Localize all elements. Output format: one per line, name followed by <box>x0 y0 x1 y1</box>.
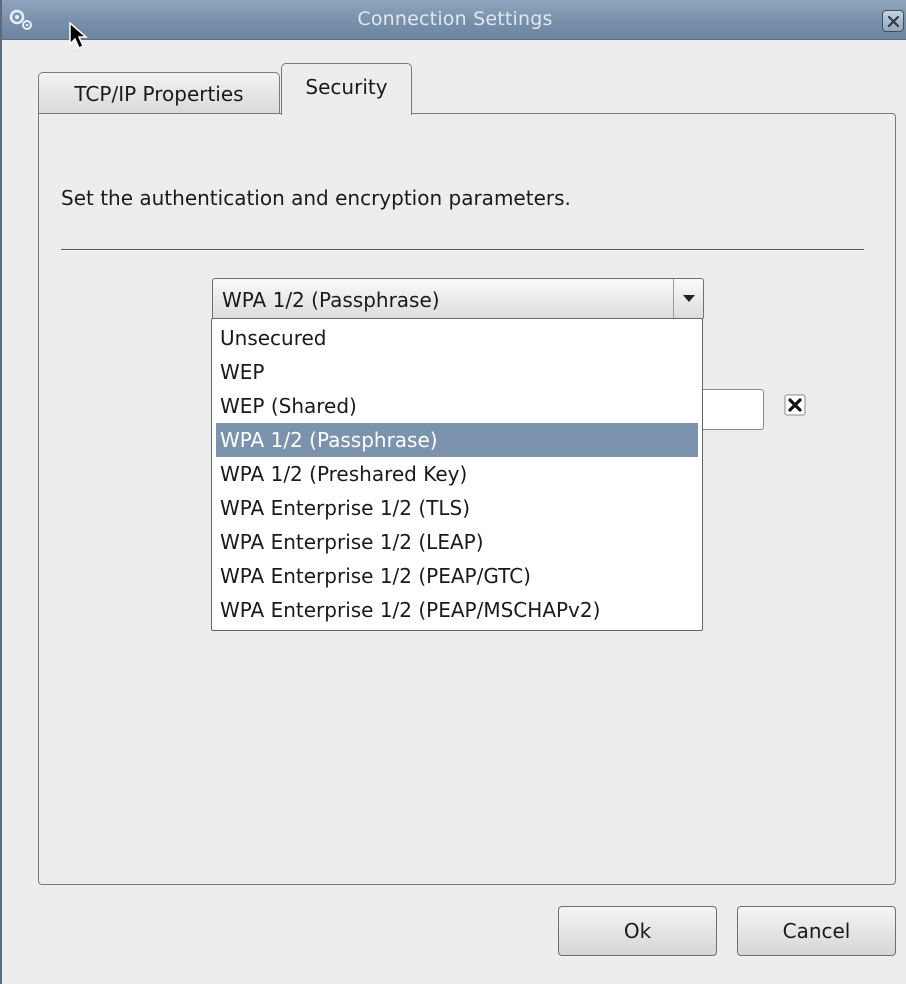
option-wpa-passphrase[interactable]: WPA 1/2 (Passphrase) <box>216 423 698 457</box>
tab-label: TCP/IP Properties <box>74 82 244 106</box>
security-mode-dropdown-list[interactable]: Unsecured WEP WEP (Shared) WPA 1/2 (Pass… <box>211 318 703 631</box>
option-wpa-enterprise-peap-mschapv2[interactable]: WPA Enterprise 1/2 (PEAP/MSCHAPv2) <box>216 593 698 627</box>
option-wpa-enterprise-tls[interactable]: WPA Enterprise 1/2 (TLS) <box>216 491 698 525</box>
cancel-button[interactable]: Cancel <box>737 906 896 956</box>
title-bar[interactable]: Connection Settings <box>2 0 906 40</box>
close-button[interactable] <box>882 10 904 32</box>
security-description: Set the authentication and encryption pa… <box>61 186 571 210</box>
option-wep-shared[interactable]: WEP (Shared) <box>216 389 698 423</box>
chevron-down-icon <box>683 295 695 302</box>
tab-security[interactable]: Security <box>281 63 412 115</box>
option-wep[interactable]: WEP <box>216 355 698 389</box>
connection-settings-dialog: Connection Settings TCP/IP Properties Se… <box>0 0 906 984</box>
clear-x-icon <box>784 394 806 416</box>
selected-mode-value: WPA 1/2 (Passphrase) <box>222 288 440 312</box>
option-wpa-enterprise-peap-gtc[interactable]: WPA Enterprise 1/2 (PEAP/GTC) <box>216 559 698 593</box>
mouse-pointer-icon <box>68 21 90 50</box>
clear-passphrase-button[interactable] <box>784 394 806 416</box>
window-title: Connection Settings <box>357 8 553 30</box>
dropdown-arrow[interactable] <box>673 279 703 319</box>
option-wpa-enterprise-leap[interactable]: WPA Enterprise 1/2 (LEAP) <box>216 525 698 559</box>
option-wpa-preshared-key[interactable]: WPA 1/2 (Preshared Key) <box>216 457 698 491</box>
close-icon <box>887 15 900 28</box>
tab-tcp-ip-properties[interactable]: TCP/IP Properties <box>38 72 280 114</box>
separator <box>61 249 864 251</box>
option-unsecured[interactable]: Unsecured <box>216 321 698 355</box>
ok-button[interactable]: Ok <box>558 906 717 956</box>
tab-label: Security <box>305 75 388 99</box>
security-mode-select[interactable]: WPA 1/2 (Passphrase) <box>212 278 704 320</box>
